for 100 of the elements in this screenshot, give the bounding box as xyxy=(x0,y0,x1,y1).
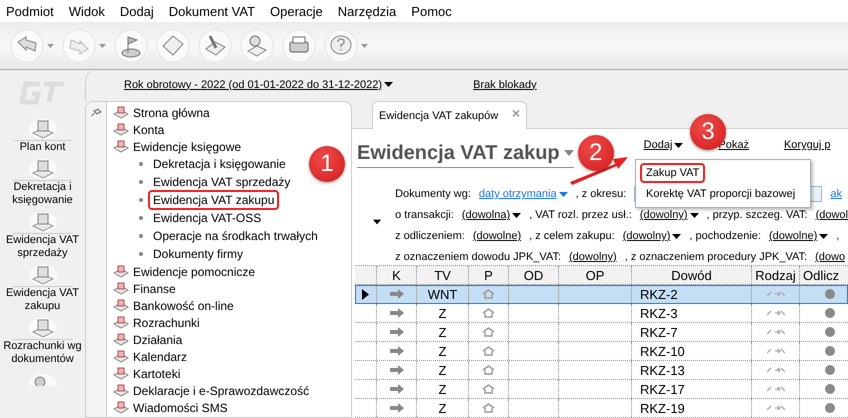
shortcut-button[interactable]: Rozrachunki wg dokumentów xyxy=(2,317,82,366)
tree-item[interactable]: Dokumenty firmy xyxy=(148,244,248,264)
column-header[interactable]: Odlicz xyxy=(800,266,848,284)
filter-dropdown[interactable]: (dowolny) xyxy=(640,209,699,221)
menu-item[interactable]: Narzędzia xyxy=(338,4,396,18)
row-pointer-icon xyxy=(362,288,369,300)
caret-icon xyxy=(512,212,522,218)
tree-item[interactable]: Konta xyxy=(113,121,164,138)
table-row[interactable]: Z RKZ-19 xyxy=(355,399,848,418)
pin-icon[interactable] xyxy=(90,108,102,117)
status-dot-icon xyxy=(824,365,834,375)
filter-dropdown[interactable]: daty otrzymania xyxy=(478,188,568,200)
status-dot-icon xyxy=(824,308,834,318)
filter-dropdown[interactable]: (dowolny) xyxy=(622,230,682,242)
shortcut-icon xyxy=(28,158,58,180)
table-row[interactable]: Z RKZ-3 xyxy=(355,304,848,323)
arrows-icon xyxy=(766,309,784,317)
tree-item[interactable]: Deklaracje i e-Sprawozdawczość xyxy=(113,382,310,400)
help-button[interactable] xyxy=(324,28,368,62)
table-row[interactable]: Z RKZ-7 xyxy=(355,323,848,342)
house-icon xyxy=(482,289,495,299)
menu-item[interactable]: Korektę VAT proporcji bazowej xyxy=(640,184,802,204)
filter-link[interactable]: (dowol xyxy=(816,209,848,221)
tree-item[interactable]: Bankowość on-line xyxy=(113,297,234,314)
filter-label: , z okresu: xyxy=(576,188,626,200)
table-cell: RKZ-3 xyxy=(632,304,752,322)
table-cell: Z xyxy=(417,304,469,322)
tree-item[interactable]: Dekretacja i księgowanie xyxy=(148,154,291,174)
filter-dropdown[interactable]: (dowolna) xyxy=(462,209,522,221)
tree-item[interactable]: Ewidencja VAT-OSS xyxy=(148,208,266,228)
module-icon xyxy=(113,282,129,296)
status-dot-icon xyxy=(824,327,834,337)
arrows-icon xyxy=(766,328,784,336)
shortcut-icon xyxy=(28,317,58,339)
shortcut-icon xyxy=(28,264,58,286)
table-row[interactable]: WNT RKZ-2 xyxy=(355,285,848,304)
table-row[interactable]: Z RKZ-10 xyxy=(355,342,848,361)
filter-dropdown[interactable]: (dowolne) xyxy=(768,230,828,242)
table-cell: RKZ-10 xyxy=(632,342,752,360)
module-icon xyxy=(113,333,129,348)
tree-item[interactable]: Operacje na środkach trwałych xyxy=(148,226,323,246)
shortcut-button[interactable]: Ewidencja VAT sprzedaży xyxy=(2,211,82,260)
tree-item[interactable]: Ewidencje pomocnicze xyxy=(113,263,256,280)
shortcut-button[interactable]: Plan kont xyxy=(2,118,82,154)
brush-button[interactable] xyxy=(198,28,232,62)
menu-item[interactable]: Zakup VAT xyxy=(640,163,706,183)
shortcut-button[interactable]: Dekretacja i księgowanie xyxy=(2,158,82,207)
arrow-right-icon xyxy=(390,327,404,337)
filter-label: , VAT rozl. przez usł.: xyxy=(529,209,632,221)
table-row[interactable]: Z RKZ-17 xyxy=(355,380,848,399)
heading-dropdown[interactable]: Ewidencja VAT zakup xyxy=(357,139,574,168)
table-cell: RKZ-2 xyxy=(632,285,752,303)
tree-item[interactable]: Ewidencja VAT sprzedaży xyxy=(148,172,296,192)
tree-item[interactable]: Ewidencje księgowe xyxy=(113,138,242,156)
menu-item[interactable]: Dokument VAT xyxy=(168,4,256,18)
tree-item[interactable]: Kartoteki xyxy=(113,366,180,383)
filter-link[interactable]: (dowolne) xyxy=(472,230,522,242)
module-icon xyxy=(113,140,129,154)
column-header[interactable]: K xyxy=(377,266,417,284)
tree-item[interactable]: Kalendarz xyxy=(113,348,188,366)
module-icon xyxy=(113,350,129,364)
column-header[interactable]: P xyxy=(469,266,509,284)
tree-item[interactable]: Rozrachunki xyxy=(113,314,200,332)
filter-link[interactable]: (dowolny) xyxy=(569,251,617,263)
module-icon xyxy=(113,264,129,279)
tree-item[interactable]: Wiadomości SMS xyxy=(113,400,228,417)
shortcut-button[interactable]: Ewidencja VAT zakupu xyxy=(2,264,82,313)
column-header[interactable]: OD xyxy=(509,266,559,284)
filter-link[interactable]: (dowo xyxy=(815,251,846,263)
flag-button[interactable] xyxy=(114,28,148,62)
document-tab[interactable]: Ewidencja VAT zakupów × xyxy=(372,101,527,129)
menu-item[interactable]: Operacje xyxy=(270,4,323,18)
menu-item[interactable]: Pomoc xyxy=(411,4,452,18)
menu-item[interactable]: Dodaj xyxy=(120,4,154,18)
column-header[interactable]: Dowód xyxy=(632,266,752,284)
filter-link[interactable]: ak xyxy=(830,188,842,200)
column-header[interactable]: OP xyxy=(559,266,632,284)
caret-icon xyxy=(384,82,394,87)
collapse-icon[interactable] xyxy=(373,218,382,226)
shortcut-icon xyxy=(28,118,58,140)
menu-item[interactable]: Widok xyxy=(68,4,105,18)
column-header[interactable]: Rodzaj xyxy=(752,266,800,284)
printer-button[interactable] xyxy=(282,28,316,62)
tree-item[interactable]: Strona główna xyxy=(113,104,210,122)
lock-status-link[interactable]: Brak blokady xyxy=(473,78,537,90)
house-icon xyxy=(482,327,495,337)
fiscal-year-dropdown[interactable]: Rok obrotowy - 2022 (od 01-01-2022 do 31-12-2022) xyxy=(124,78,394,90)
tree-item[interactable]: Działania xyxy=(113,332,182,349)
column-header[interactable]: TV xyxy=(417,266,469,284)
module-icon xyxy=(113,316,129,330)
back-arrow-button[interactable] xyxy=(10,28,54,62)
tree-item[interactable]: Ewidencja VAT zakupu xyxy=(148,190,280,210)
module-icon xyxy=(113,122,129,137)
menu-item[interactable]: Podmiot xyxy=(6,4,54,18)
tree-item[interactable]: Finanse xyxy=(113,280,176,298)
action-link[interactable]: Dodaj xyxy=(644,139,684,151)
table-row[interactable]: Z RKZ-13 xyxy=(355,361,848,380)
filter-label: Dokumenty wg: xyxy=(395,188,471,200)
arrow-right-icon xyxy=(390,308,404,318)
action-link[interactable]: Koryguj p xyxy=(784,139,830,151)
